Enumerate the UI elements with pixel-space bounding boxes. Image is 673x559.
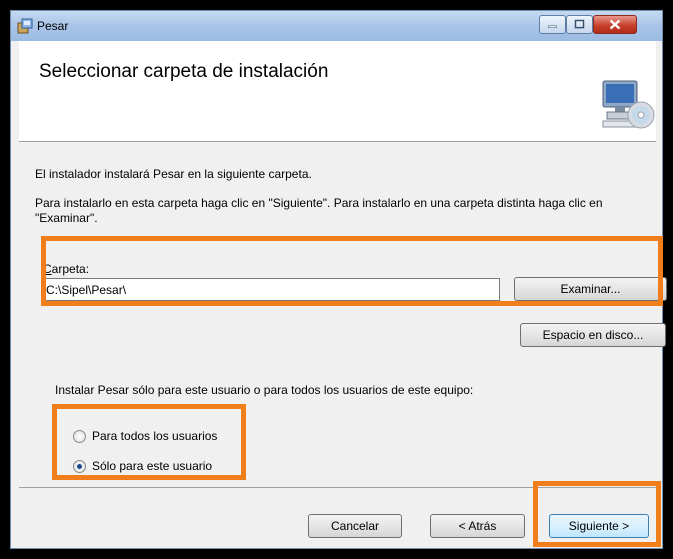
window-title: Pesar	[37, 19, 69, 33]
back-button[interactable]: < Atrás	[430, 514, 525, 538]
folder-highlight-box	[41, 236, 663, 306]
close-icon	[609, 19, 621, 30]
title-bar[interactable]: Pesar	[11, 11, 662, 41]
next-highlight-box	[533, 481, 661, 547]
computer-cd-icon	[602, 80, 655, 129]
options-highlight-box	[52, 404, 246, 480]
install-scope-question: Instalar Pesar sólo para este usuario o …	[55, 383, 474, 397]
minimize-button[interactable]	[539, 15, 566, 34]
maximize-icon	[574, 19, 585, 29]
intro-text: El instalador instalará Pesar en la sigu…	[35, 167, 312, 181]
disk-space-button[interactable]: Espacio en disco...	[520, 323, 666, 347]
cancel-button[interactable]: Cancelar	[308, 514, 402, 538]
page-title: Seleccionar carpeta de instalación	[39, 61, 329, 82]
close-button[interactable]	[593, 15, 637, 34]
installer-app-icon	[17, 18, 33, 34]
instructions-text: Para instalarlo en esta carpeta haga cli…	[35, 196, 603, 225]
header-panel: Seleccionar carpeta de instalación	[19, 41, 656, 142]
maximize-button[interactable]	[566, 15, 593, 34]
minimize-icon	[548, 25, 557, 28]
